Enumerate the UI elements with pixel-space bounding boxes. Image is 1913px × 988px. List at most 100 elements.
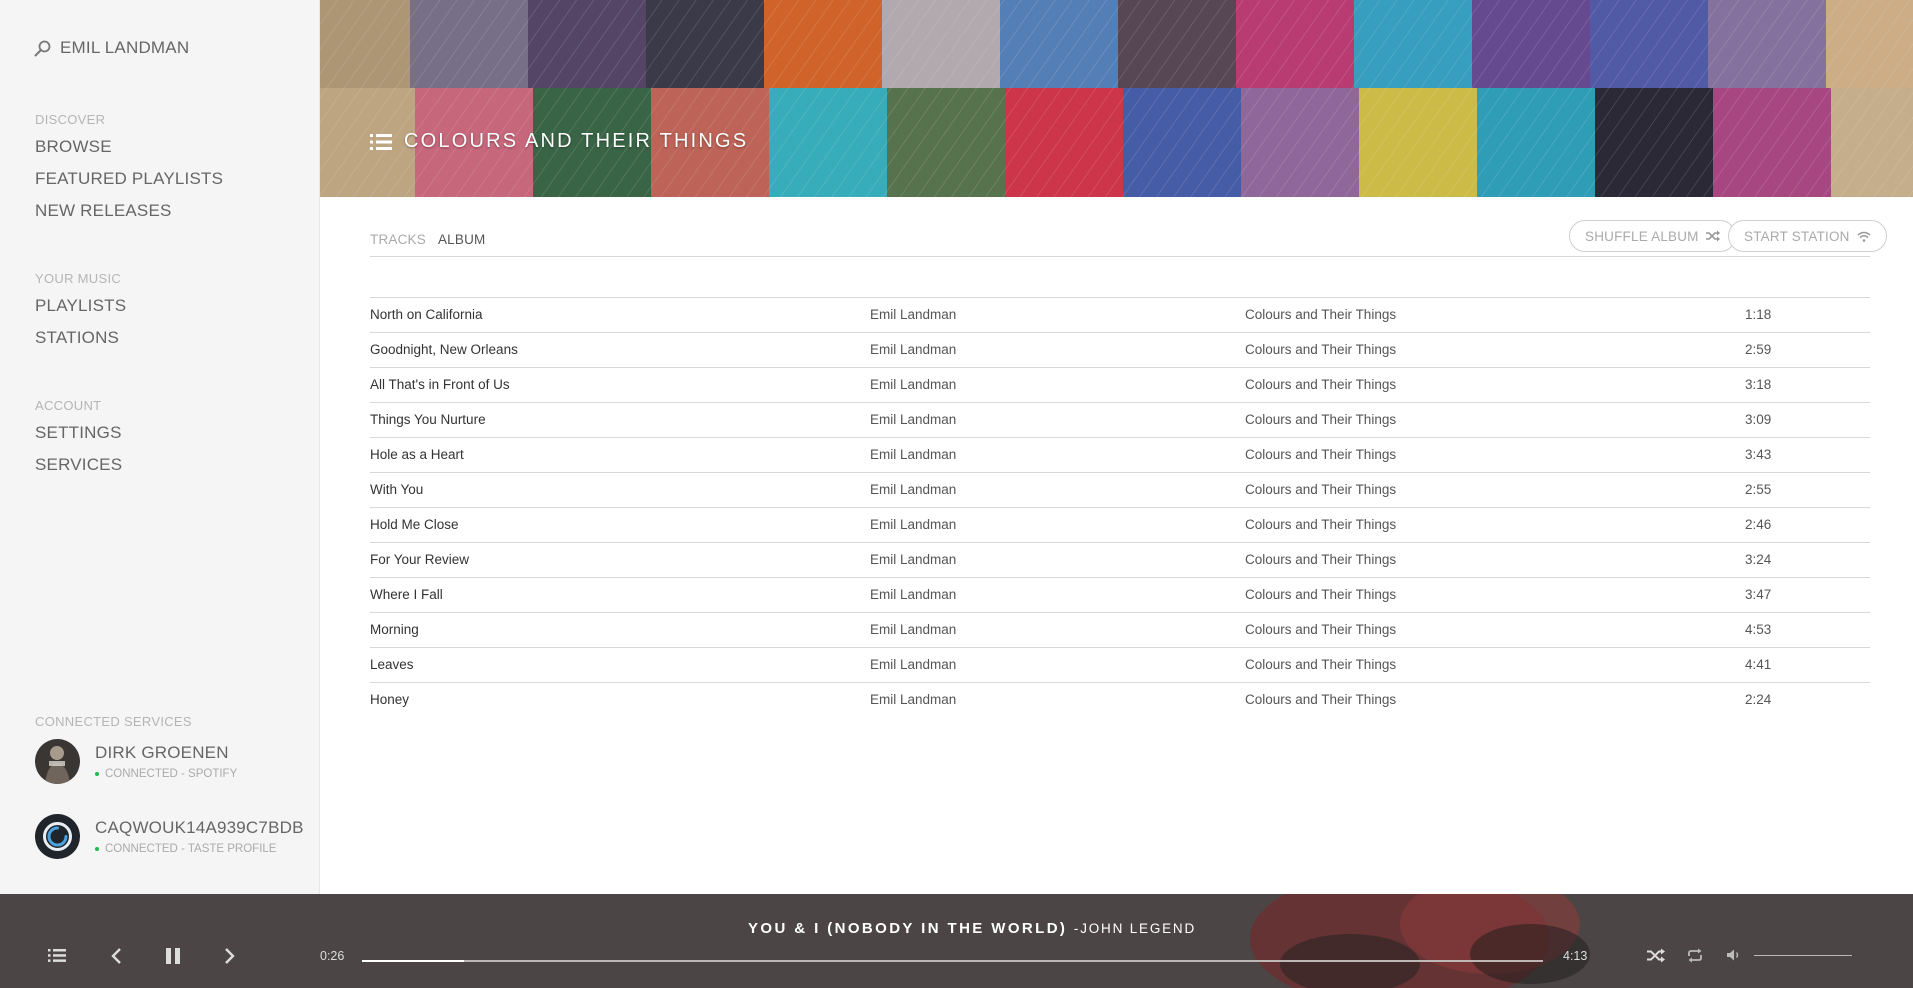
- track-duration: 2:46: [1745, 517, 1772, 532]
- pause-icon[interactable]: [164, 947, 182, 965]
- sidebar: EMIL LANDMAN DISCOVER BROWSE FEATURED PL…: [0, 0, 320, 894]
- service-taste-profile[interactable]: CAQWOUK14A939C7BDB CONNECTED - TASTE PRO…: [35, 814, 304, 859]
- track-duration: 4:53: [1745, 622, 1772, 637]
- nav-heading-account: ACCOUNT: [35, 398, 102, 413]
- status-dot-icon: [95, 847, 99, 851]
- start-station-label: START STATION: [1744, 228, 1850, 244]
- track-artist: Emil Landman: [870, 517, 957, 532]
- track-artist: Emil Landman: [870, 447, 957, 462]
- sidebar-item-featured-playlists[interactable]: FEATURED PLAYLISTS: [35, 168, 223, 200]
- repeat-icon[interactable]: [1686, 948, 1704, 963]
- sidebar-item-settings[interactable]: SETTINGS: [35, 422, 122, 454]
- track-duration: 3:09: [1745, 412, 1772, 427]
- track-album: Colours and Their Things: [1245, 657, 1397, 672]
- table-row[interactable]: Goodnight, New Orleans Emil Landman Colour…: [370, 333, 1870, 368]
- table-row[interactable]: North on California Emil Landman Colours a…: [370, 298, 1870, 333]
- service-status-text: CONNECTED - SPOTIFY: [105, 768, 238, 780]
- track-artist: Emil Landman: [870, 342, 957, 357]
- track-artist: Emil Landman: [870, 412, 957, 427]
- table-row[interactable]: Things You Nurture Emil Landman Colours an…: [370, 403, 1870, 438]
- track-artist: Emil Landman: [870, 552, 957, 567]
- table-row[interactable]: Hold Me Close Emil Landman Colours and The…: [370, 508, 1870, 543]
- table-row[interactable]: All That's in Front of Us Emil Landman Col…: [370, 368, 1870, 403]
- track-album: Colours and Their Things: [1245, 412, 1397, 427]
- track-artist: Emil Landman: [870, 482, 957, 497]
- table-row[interactable]: With You Emil Landman Colours and Their Th…: [370, 473, 1870, 508]
- track-album: Colours and Their Things: [1245, 342, 1397, 357]
- table-row[interactable]: For Your Review Emil Landman Colours and T…: [370, 543, 1870, 578]
- service-spotify[interactable]: DIRK GROENEN CONNECTED - SPOTIFY: [35, 739, 237, 784]
- table-row[interactable]: Morning Emil Landman Colours and Their Thi…: [370, 613, 1870, 648]
- table-row[interactable]: Where I Fall Emil Landman Colours and Thei…: [370, 578, 1870, 613]
- album-title-text: COLOURS AND THEIR THINGS: [404, 130, 749, 152]
- service-name: CAQWOUK14A939C7BDB: [95, 818, 304, 837]
- track-album: Colours and Their Things: [1245, 622, 1397, 637]
- nav-heading-your-music: YOUR MUSIC: [35, 271, 122, 286]
- table-row[interactable]: Hole as a Heart Emil Landman Colours and T…: [370, 438, 1870, 473]
- sidebar-item-browse[interactable]: BROWSE: [35, 136, 223, 168]
- track-artist: Emil Landman: [870, 657, 957, 672]
- track-duration: 4:41: [1745, 657, 1772, 672]
- now-playing-artist: JOHN LEGEND: [1080, 921, 1197, 936]
- track-title: With You: [370, 482, 424, 497]
- search-box[interactable]: EMIL LANDMAN: [34, 38, 189, 58]
- nav-section-account: ACCOUNT SETTINGS SERVICES: [35, 398, 122, 486]
- total-time: 4:13: [1563, 949, 1588, 963]
- service-status: CONNECTED - SPOTIFY: [95, 768, 237, 780]
- track-duration: 3:18: [1745, 377, 1772, 392]
- status-dot-icon: [95, 772, 99, 776]
- track-duration: 2:55: [1745, 482, 1772, 497]
- nav-section-your-music: YOUR MUSIC PLAYLISTS STATIONS: [35, 271, 126, 359]
- track-title: Things You Nurture: [370, 412, 486, 427]
- track-album: Colours and Their Things: [1245, 517, 1397, 532]
- avatar: [35, 814, 80, 859]
- sidebar-item-new-releases[interactable]: NEW RELEASES: [35, 200, 223, 232]
- volume-icon[interactable]: [1726, 948, 1742, 962]
- tab-bar: TRACKS ALBUM: [370, 232, 485, 247]
- sidebar-item-services[interactable]: SERVICES: [35, 454, 122, 486]
- list-icon[interactable]: [370, 133, 392, 151]
- service-status: CONNECTED - TASTE PROFILE: [95, 843, 304, 855]
- track-duration: 3:24: [1745, 552, 1772, 567]
- queue-icon[interactable]: [48, 948, 66, 963]
- track-title: All That's in Front of Us: [370, 377, 510, 392]
- previous-icon[interactable]: [109, 947, 123, 965]
- next-icon[interactable]: [223, 947, 237, 965]
- volume-slider[interactable]: [1754, 955, 1852, 956]
- track-title: Hold Me Close: [370, 517, 459, 532]
- table-row[interactable]: Honey Emil Landman Colours and Their Thing…: [370, 683, 1870, 718]
- track-duration: 2:59: [1745, 342, 1772, 357]
- shuffle-icon[interactable]: [1647, 948, 1665, 963]
- track-artist: Emil Landman: [870, 377, 957, 392]
- track-list: North on California Emil Landman Colours a…: [370, 297, 1870, 718]
- sidebar-item-stations[interactable]: STATIONS: [35, 327, 126, 359]
- track-title: Hole as a Heart: [370, 447, 464, 462]
- table-row[interactable]: Leaves Emil Landman Colours and Their Thin…: [370, 648, 1870, 683]
- track-title: Morning: [370, 622, 419, 637]
- search-input[interactable]: EMIL LANDMAN: [60, 38, 189, 58]
- wifi-icon: [1857, 231, 1871, 242]
- track-title: For Your Review: [370, 552, 470, 567]
- track-duration: 3:47: [1745, 587, 1772, 602]
- tab-tracks[interactable]: TRACKS: [370, 232, 426, 247]
- start-station-button[interactable]: START STATION: [1728, 220, 1887, 252]
- now-playing-song: YOU & I (NOBODY IN THE WORLD): [748, 920, 1068, 937]
- tab-album[interactable]: ALBUM: [438, 232, 486, 247]
- album-art-image: [320, 0, 1913, 197]
- track-title: Leaves: [370, 657, 414, 672]
- album-banner: COLOURS AND THEIR THINGS: [320, 0, 1913, 197]
- shuffle-album-button[interactable]: SHUFFLE ALBUM: [1569, 220, 1736, 252]
- track-title: Where I Fall: [370, 587, 443, 602]
- player-bar: [0, 894, 1913, 988]
- track-title: North on California: [370, 307, 483, 322]
- avatar: [35, 739, 80, 784]
- sidebar-item-playlists[interactable]: PLAYLISTS: [35, 295, 126, 327]
- divider: [370, 256, 1870, 257]
- progress-slider[interactable]: [362, 960, 1543, 962]
- shuffle-icon: [1705, 230, 1720, 242]
- track-album: Colours and Their Things: [1245, 482, 1397, 497]
- track-title: Goodnight, New Orleans: [370, 342, 518, 357]
- track-album: Colours and Their Things: [1245, 692, 1397, 707]
- album-title: COLOURS AND THEIR THINGS: [370, 130, 748, 153]
- track-artist: Emil Landman: [870, 622, 957, 637]
